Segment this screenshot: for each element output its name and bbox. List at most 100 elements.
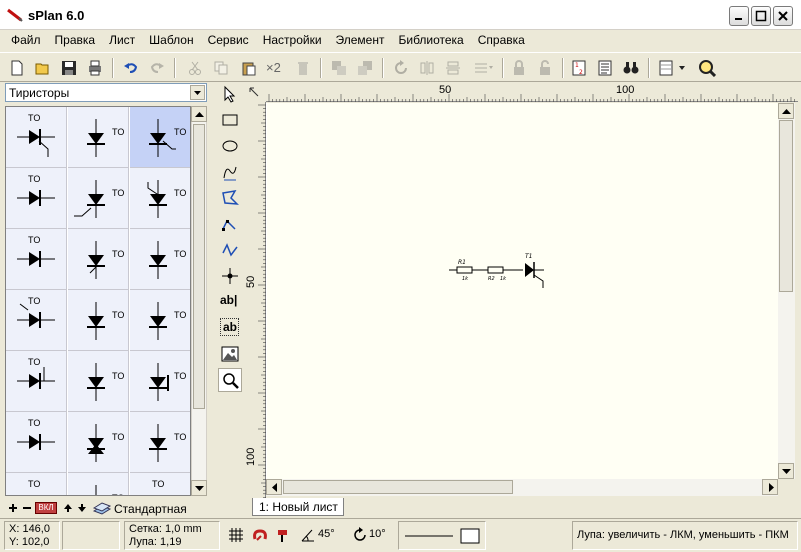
library-symbol-10[interactable]: TO <box>6 290 67 351</box>
bezier-tool[interactable] <box>218 238 242 262</box>
paste-button[interactable] <box>238 57 260 79</box>
menu-edit[interactable]: Правка <box>48 30 103 50</box>
library-symbol-3[interactable]: TO <box>130 107 190 168</box>
arrow-up-icon[interactable] <box>63 503 73 513</box>
grid-icon[interactable] <box>228 527 244 543</box>
open-button[interactable] <box>32 57 54 79</box>
menu-template[interactable]: Шаблон <box>142 30 200 50</box>
library-symbol-21[interactable]: TO <box>130 473 190 495</box>
select-tool[interactable] <box>218 82 242 106</box>
library-badge[interactable]: ВКЛ <box>35 502 57 514</box>
arrow-down-icon[interactable] <box>77 503 87 513</box>
numbering-button[interactable]: 12 <box>568 57 590 79</box>
cut-button[interactable] <box>184 57 206 79</box>
mirror-h-button[interactable] <box>416 57 438 79</box>
resistor-r1[interactable]: R1 1k <box>449 259 488 282</box>
menu-settings[interactable]: Настройки <box>256 30 329 50</box>
group-button[interactable] <box>328 57 350 79</box>
canvas-vertical-scrollbar[interactable] <box>778 103 795 479</box>
canvas-scroll-right[interactable] <box>762 479 778 495</box>
textbox-tool[interactable]: ab <box>218 316 242 340</box>
magnet-icon[interactable] <box>252 527 268 543</box>
ungroup-button[interactable] <box>354 57 376 79</box>
minimize-button[interactable] <box>729 6 749 26</box>
grid-dropdown-button[interactable] <box>656 57 692 79</box>
library-scrollbar[interactable] <box>191 106 207 496</box>
undo-button[interactable] <box>120 57 142 79</box>
canvas-scroll-up[interactable] <box>778 103 794 119</box>
library-dropdown-button[interactable] <box>190 85 205 100</box>
text-tool[interactable]: ab| <box>218 290 242 314</box>
new-button[interactable] <box>6 57 28 79</box>
library-symbol-2[interactable]: TO <box>68 107 129 168</box>
library-symbol-19[interactable]: TO <box>6 473 67 495</box>
plus-icon[interactable] <box>8 503 18 513</box>
angle-icon[interactable] <box>300 527 316 543</box>
canvas-scroll-left[interactable] <box>266 479 282 495</box>
partlist-button[interactable] <box>594 57 616 79</box>
pin-icon[interactable] <box>276 527 292 543</box>
library-category-select[interactable]: Тиристоры <box>5 83 207 102</box>
curve-tool[interactable] <box>218 160 242 184</box>
close-button[interactable] <box>773 6 793 26</box>
menu-help[interactable]: Справка <box>471 30 532 50</box>
mirror-v-button[interactable] <box>442 57 464 79</box>
library-symbol-4[interactable]: TO <box>6 168 67 229</box>
library-symbol-6[interactable]: TO <box>130 168 190 229</box>
library-symbol-8[interactable]: TO <box>68 229 129 290</box>
library-symbol-20[interactable]: TO <box>68 473 129 495</box>
library-scroll-thumb[interactable] <box>193 124 205 409</box>
print-button[interactable] <box>84 57 106 79</box>
library-symbol-12[interactable]: TO <box>130 290 190 351</box>
zoom-tool[interactable] <box>218 368 242 392</box>
library-scroll-down[interactable] <box>191 480 207 496</box>
junction-tool[interactable] <box>218 264 242 288</box>
minus-icon[interactable] <box>22 503 32 513</box>
polygon-tool[interactable] <box>218 186 242 210</box>
copy-button[interactable] <box>210 57 232 79</box>
canvas-scroll-down[interactable] <box>778 463 794 479</box>
library-symbol-11[interactable]: TO <box>68 290 129 351</box>
canvas-vscroll-thumb[interactable] <box>779 120 793 292</box>
save-button[interactable] <box>58 57 80 79</box>
canvas-horizontal-scrollbar[interactable] <box>266 479 778 496</box>
menu-sheet[interactable]: Лист <box>102 30 142 50</box>
library-symbol-1[interactable]: TO <box>6 107 67 168</box>
library-symbol-5[interactable]: TO <box>68 168 129 229</box>
library-symbol-15[interactable]: TO <box>130 351 190 412</box>
line-style-panel[interactable] <box>398 521 486 550</box>
library-symbol-13[interactable]: TO <box>6 351 67 412</box>
maximize-button[interactable] <box>751 6 771 26</box>
rotate-step-icon[interactable] <box>352 527 368 543</box>
menu-library[interactable]: Библиотека <box>391 30 470 50</box>
rotate-button[interactable] <box>390 57 412 79</box>
image-tool[interactable] <box>218 342 242 366</box>
find-button[interactable] <box>620 57 642 79</box>
line-tool[interactable] <box>218 212 242 236</box>
lock-button[interactable] <box>508 57 530 79</box>
unlock-button[interactable] <box>534 57 556 79</box>
library-symbol-7[interactable]: TO <box>6 229 67 290</box>
rectangle-tool[interactable] <box>218 108 242 132</box>
ruler-corner[interactable] <box>244 82 266 102</box>
library-symbol-17[interactable]: TO <box>68 412 129 473</box>
redo-button[interactable] <box>146 57 168 79</box>
ellipse-tool[interactable] <box>218 134 242 158</box>
angle-value-1[interactable]: 45° <box>318 528 335 540</box>
sheet-tab-1[interactable]: 1: Новый лист <box>252 498 344 516</box>
thyristor-t1[interactable]: T1 <box>525 253 544 288</box>
delete-button[interactable] <box>292 57 314 79</box>
book-stack-icon[interactable] <box>93 500 111 516</box>
resistor-r2[interactable]: R2 1k <box>487 266 523 282</box>
duplicate-button[interactable]: ×2 <box>264 57 290 79</box>
canvas-hscroll-thumb[interactable] <box>283 480 513 494</box>
zoom-fit-button[interactable] <box>696 57 718 79</box>
menu-element[interactable]: Элемент <box>329 30 392 50</box>
drawing-canvas[interactable]: R1 1k R2 1k T1 <box>266 103 778 479</box>
menu-service[interactable]: Сервис <box>201 30 256 50</box>
library-symbol-16[interactable]: TO <box>6 412 67 473</box>
library-symbol-14[interactable]: TO <box>68 351 129 412</box>
align-button[interactable] <box>470 57 498 79</box>
angle-value-2[interactable]: 10° <box>369 528 386 540</box>
menu-file[interactable]: Файл <box>4 30 48 50</box>
